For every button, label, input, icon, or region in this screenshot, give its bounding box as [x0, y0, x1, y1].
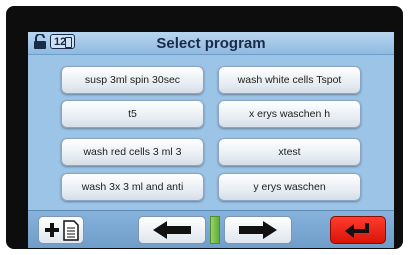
program-button[interactable]: xtest [218, 138, 361, 166]
program-button[interactable]: t5 [61, 100, 204, 128]
program-button[interactable]: wash 3x 3 ml and anti [61, 173, 204, 201]
add-program-button[interactable] [38, 216, 84, 244]
title-bar: 12 Select program [28, 32, 394, 55]
bottom-toolbar [28, 210, 394, 248]
return-arrow-icon [345, 223, 369, 238]
next-page-button[interactable] [224, 216, 292, 244]
program-button[interactable]: x erys waschen h [218, 100, 361, 128]
page-indicator [210, 216, 220, 244]
program-button[interactable]: wash red cells 3 ml 3 [61, 138, 204, 166]
return-button[interactable] [330, 216, 386, 244]
screen: 12 Select program susp 3ml spin 30sec wa… [28, 32, 394, 248]
device-frame: 12 Select program susp 3ml spin 30sec wa… [6, 6, 403, 249]
program-button[interactable]: susp 3ml spin 30sec [61, 66, 204, 94]
arrow-right-icon [239, 221, 277, 239]
program-button[interactable]: wash white cells Tspot [218, 66, 361, 94]
previous-page-button[interactable] [138, 216, 206, 244]
program-button[interactable]: y erys waschen [218, 173, 361, 201]
arrow-left-icon [153, 221, 191, 239]
plus-document-icon [45, 220, 79, 241]
page-title: Select program [156, 35, 266, 52]
